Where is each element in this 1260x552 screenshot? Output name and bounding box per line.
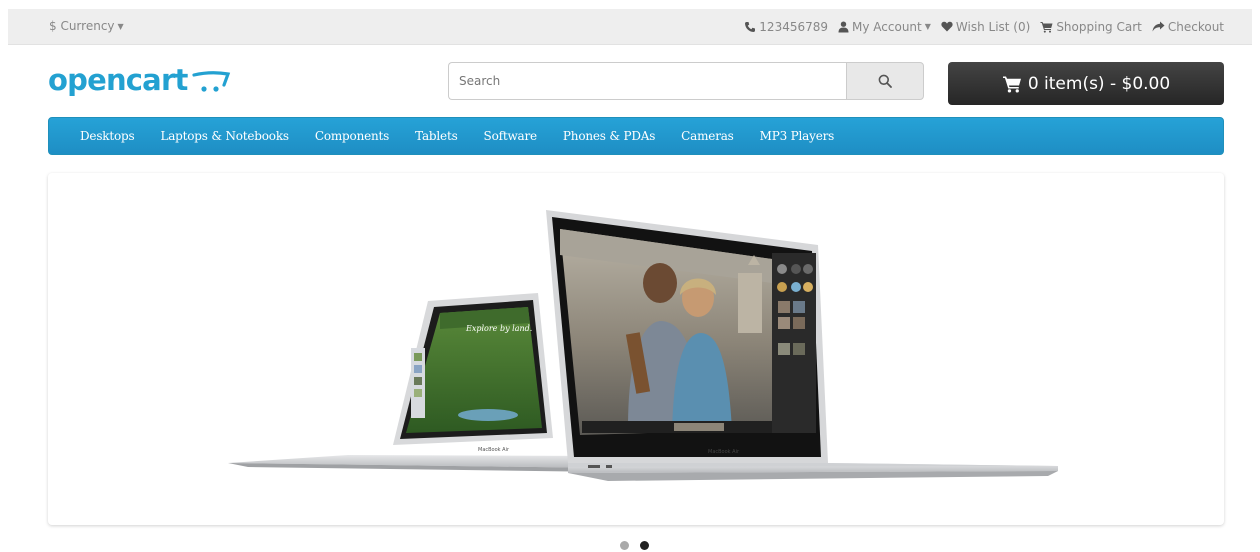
cart-button[interactable]: 0 item(s) - $0.00 <box>948 62 1224 105</box>
menu-item-phones-pdas[interactable]: Phones & PDAs <box>550 129 668 143</box>
shopping-cart-link[interactable]: Shopping Cart <box>1040 20 1142 34</box>
wish-list-label: Wish List (0) <box>955 19 1031 34</box>
slideshow[interactable]: Explore by land. MacBook Air MacBook Air <box>48 173 1224 525</box>
logo[interactable]: opencart <box>48 60 231 100</box>
slide-screen-caption: Explore by land. <box>465 324 532 333</box>
menu-item-components[interactable]: Components <box>302 129 402 143</box>
checkout-label: Checkout <box>1167 19 1224 34</box>
back-laptop-label: MacBook Air <box>478 447 510 453</box>
top-links: 123456789 My Account ▼ Wish List (0) Sho… <box>744 9 1224 44</box>
heart-icon <box>941 21 953 32</box>
shopping-cart-label: Shopping Cart <box>1056 19 1142 34</box>
share-arrow-icon <box>1152 21 1165 32</box>
my-account-dropdown[interactable]: My Account ▼ <box>838 20 931 34</box>
logo-cart-icon <box>191 71 230 92</box>
search-input[interactable] <box>448 62 846 100</box>
search-button[interactable] <box>846 62 924 100</box>
caret-down-icon: ▼ <box>924 21 931 31</box>
menu-item-software[interactable]: Software <box>471 129 550 143</box>
menu-item-tablets[interactable]: Tablets <box>402 129 470 143</box>
menu-item-mp3-players[interactable]: MP3 Players <box>747 129 847 143</box>
search-bar <box>448 62 924 100</box>
slide-dot-1[interactable] <box>620 541 629 550</box>
front-laptop-label: MacBook Air <box>708 449 740 455</box>
menu-item-laptops-notebooks[interactable]: Laptops & Notebooks <box>147 129 301 143</box>
menu-item-desktops[interactable]: Desktops <box>67 129 147 143</box>
wish-list-link[interactable]: Wish List (0) <box>941 20 1030 34</box>
caret-down-icon: ▼ <box>117 21 124 31</box>
user-icon <box>838 21 849 32</box>
currency-dropdown[interactable]: $ Currency ▼ <box>49 9 124 44</box>
top-bar: $ Currency ▼ 123456789 My Account ▼ Wish… <box>8 9 1252 45</box>
checkout-link[interactable]: Checkout <box>1152 20 1224 34</box>
cart-total: 0 item(s) - $0.00 <box>1027 73 1171 94</box>
menu-item-cameras[interactable]: Cameras <box>668 129 746 143</box>
my-account-label: My Account <box>852 19 922 34</box>
logo-text: opencart <box>48 63 188 97</box>
category-menu: Desktops Laptops & Notebooks Components … <box>48 117 1224 155</box>
slide-image-macbook: Explore by land. MacBook Air MacBook Air <box>228 210 1058 481</box>
cart-icon <box>1040 21 1053 33</box>
cart-icon <box>1002 76 1021 93</box>
slide-dot-2[interactable] <box>640 541 649 550</box>
phone-number: 123456789 <box>759 19 829 34</box>
phone-icon <box>745 21 756 32</box>
slideshow-pagination <box>620 541 649 550</box>
magnifier-icon <box>878 74 892 88</box>
currency-label: $ Currency <box>49 19 115 33</box>
phone-link[interactable]: 123456789 <box>744 20 828 34</box>
